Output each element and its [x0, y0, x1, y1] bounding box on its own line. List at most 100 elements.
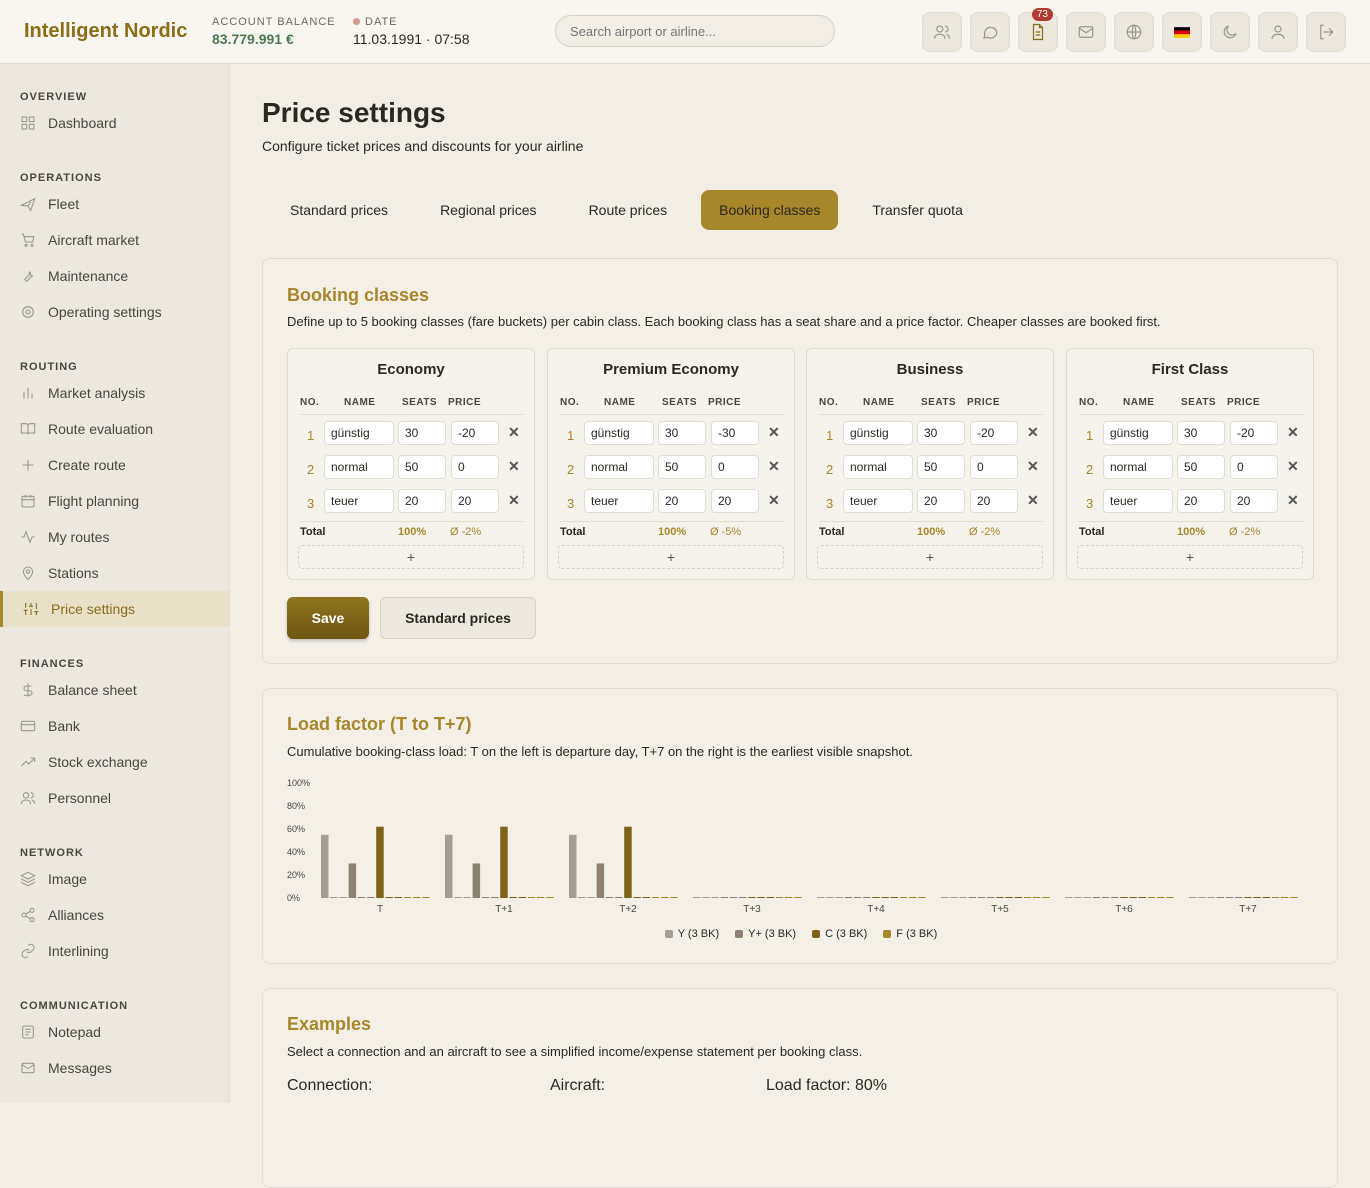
- seats-input[interactable]: 50: [398, 455, 446, 479]
- brand-logo[interactable]: Intelligent Nordic: [24, 20, 187, 43]
- tab-booking-classes[interactable]: Booking classes: [701, 190, 839, 230]
- globe-button[interactable]: [1114, 12, 1154, 52]
- row-number: 1: [1086, 428, 1094, 443]
- seats-input[interactable]: 30: [917, 421, 965, 445]
- name-input[interactable]: günstig: [843, 421, 913, 445]
- sidebar-item-price-settings[interactable]: Price settings: [0, 591, 229, 627]
- remove-row-icon[interactable]: ✕: [1027, 458, 1039, 475]
- add-booking-class-button[interactable]: +: [817, 545, 1043, 569]
- sidebar-item-aircraft-market[interactable]: Aircraft market: [0, 222, 229, 258]
- name-input[interactable]: günstig: [584, 421, 654, 445]
- bar: [844, 897, 853, 898]
- remove-row-icon[interactable]: ✕: [508, 424, 520, 441]
- price-input[interactable]: 20: [970, 489, 1018, 513]
- sidebar-item-dashboard[interactable]: Dashboard: [0, 105, 229, 141]
- name-input[interactable]: teuer: [324, 489, 394, 513]
- notes-button[interactable]: 73: [1018, 8, 1058, 52]
- add-booking-class-button[interactable]: +: [558, 545, 784, 569]
- tab-route-prices[interactable]: Route prices: [571, 190, 686, 230]
- remove-row-icon[interactable]: ✕: [1027, 424, 1039, 441]
- name-input[interactable]: teuer: [843, 489, 913, 513]
- sidebar-item-fleet[interactable]: Fleet: [0, 186, 229, 222]
- sidebar-item-route-evaluation[interactable]: Route evaluation: [0, 411, 229, 447]
- seats-input[interactable]: 30: [398, 421, 446, 445]
- chat-button[interactable]: [970, 12, 1010, 52]
- name-input[interactable]: normal: [324, 455, 394, 479]
- name-input[interactable]: günstig: [324, 421, 394, 445]
- sidebar-item-stock-exchange[interactable]: Stock exchange: [0, 744, 229, 780]
- remove-row-icon[interactable]: ✕: [1287, 458, 1299, 475]
- sidebar-item-my-routes[interactable]: My routes: [0, 519, 229, 555]
- dollar-icon: [23, 683, 33, 697]
- price-input[interactable]: 0: [1230, 455, 1278, 479]
- sidebar-item-market-analysis[interactable]: Market analysis: [0, 375, 229, 411]
- name-input[interactable]: günstig: [1103, 421, 1173, 445]
- remove-row-icon[interactable]: ✕: [768, 458, 780, 475]
- theme-button[interactable]: [1210, 12, 1250, 52]
- price-input[interactable]: 0: [451, 455, 499, 479]
- save-button[interactable]: Save: [287, 597, 369, 639]
- sidebar-item-image[interactable]: Image: [0, 861, 229, 897]
- seats-input[interactable]: 20: [658, 489, 706, 513]
- sidebar-item-alliances[interactable]: Alliances: [0, 897, 229, 933]
- seats-input[interactable]: 50: [1177, 455, 1225, 479]
- remove-row-icon[interactable]: ✕: [1287, 424, 1299, 441]
- seats-input[interactable]: 50: [917, 455, 965, 479]
- remove-row-icon[interactable]: ✕: [508, 492, 520, 509]
- price-input[interactable]: 0: [970, 455, 1018, 479]
- tab-standard-prices[interactable]: Standard prices: [272, 190, 406, 230]
- sidebar-item-balance-sheet[interactable]: Balance sheet: [0, 672, 229, 708]
- name-input[interactable]: normal: [1103, 455, 1173, 479]
- price-input[interactable]: -20: [451, 421, 499, 445]
- sidebar-item-interlining[interactable]: Interlining: [0, 933, 229, 969]
- logout-button[interactable]: [1306, 12, 1346, 52]
- bar: [959, 897, 967, 898]
- price-input[interactable]: -20: [1230, 421, 1278, 445]
- sidebar-item-personnel[interactable]: Personnel: [0, 780, 229, 816]
- seats-input[interactable]: 30: [658, 421, 706, 445]
- connection-label: Connection:: [287, 1077, 373, 1094]
- tab-transfer-quota[interactable]: Transfer quota: [854, 190, 981, 230]
- price-input[interactable]: -30: [711, 421, 759, 445]
- price-input[interactable]: 20: [1230, 489, 1278, 513]
- mail-button[interactable]: [1066, 12, 1106, 52]
- add-booking-class-button[interactable]: +: [1077, 545, 1303, 569]
- price-input[interactable]: -20: [970, 421, 1018, 445]
- remove-row-icon[interactable]: ✕: [1027, 492, 1039, 509]
- sidebar-item-create-route[interactable]: Create route: [0, 447, 229, 483]
- remove-row-icon[interactable]: ✕: [768, 492, 780, 509]
- legend-item: Y (3 BK): [664, 928, 719, 940]
- examples-description: Select a connection and an aircraft to s…: [287, 1044, 863, 1059]
- profile-button[interactable]: [1258, 12, 1298, 52]
- search-input[interactable]: [555, 15, 835, 47]
- remove-row-icon[interactable]: ✕: [508, 458, 520, 475]
- sidebar-item-bank[interactable]: Bank: [0, 708, 229, 744]
- row-number: 1: [567, 428, 575, 443]
- sidebar-item-messages[interactable]: Messages: [0, 1050, 229, 1086]
- language-button[interactable]: [1162, 12, 1202, 52]
- sidebar-item-stations[interactable]: Stations: [0, 555, 229, 591]
- name-input[interactable]: teuer: [584, 489, 654, 513]
- seats-input[interactable]: 20: [917, 489, 965, 513]
- bar: [1101, 897, 1110, 898]
- remove-row-icon[interactable]: ✕: [768, 424, 780, 441]
- price-input[interactable]: 20: [711, 489, 759, 513]
- seats-input[interactable]: 20: [398, 489, 446, 513]
- sidebar-item-maintenance[interactable]: Maintenance: [0, 258, 229, 294]
- standard-prices-button[interactable]: Standard prices: [380, 597, 536, 639]
- seats-input[interactable]: 20: [1177, 489, 1225, 513]
- sidebar-item-notepad[interactable]: Notepad: [0, 1014, 229, 1050]
- name-input[interactable]: normal: [843, 455, 913, 479]
- seats-input[interactable]: 30: [1177, 421, 1225, 445]
- name-input[interactable]: teuer: [1103, 489, 1173, 513]
- sidebar-item-flight-planning[interactable]: Flight planning: [0, 483, 229, 519]
- price-input[interactable]: 0: [711, 455, 759, 479]
- price-input[interactable]: 20: [451, 489, 499, 513]
- sidebar-item-operating-settings[interactable]: Operating settings: [0, 294, 229, 330]
- remove-row-icon[interactable]: ✕: [1287, 492, 1299, 509]
- tab-regional-prices[interactable]: Regional prices: [422, 190, 555, 230]
- seats-input[interactable]: 50: [658, 455, 706, 479]
- add-booking-class-button[interactable]: +: [298, 545, 524, 569]
- users-button[interactable]: [922, 12, 962, 52]
- name-input[interactable]: normal: [584, 455, 654, 479]
